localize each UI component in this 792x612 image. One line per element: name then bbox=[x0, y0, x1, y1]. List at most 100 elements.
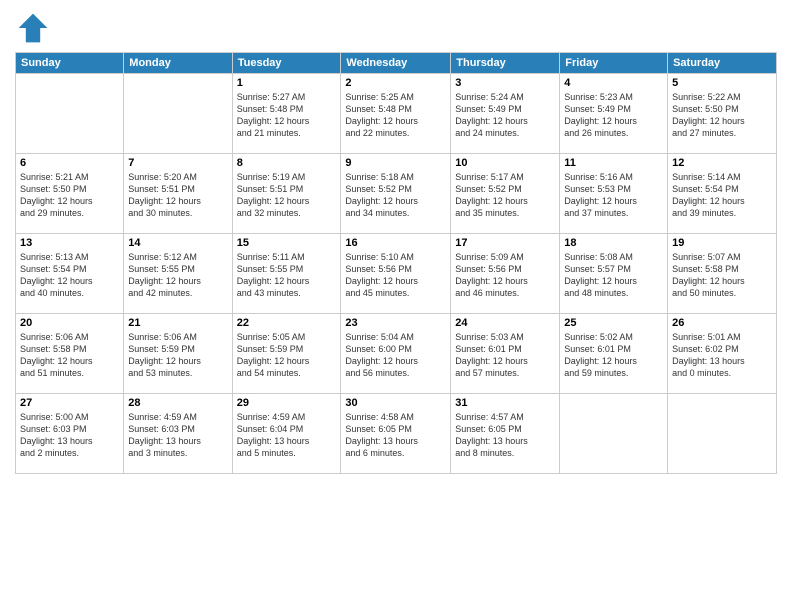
day-cell: 12 Sunrise: 5:14 AM Sunset: 5:54 PM Dayli… bbox=[668, 154, 777, 234]
day-cell: 8 Sunrise: 5:19 AM Sunset: 5:51 PM Daylig… bbox=[232, 154, 341, 234]
day-info: Sunrise: 4:59 AM Sunset: 6:04 PM Dayligh… bbox=[237, 411, 337, 460]
day-cell: 9 Sunrise: 5:18 AM Sunset: 5:52 PM Daylig… bbox=[341, 154, 451, 234]
day-cell bbox=[668, 394, 777, 474]
day-number: 29 bbox=[237, 397, 337, 409]
day-info: Sunrise: 5:24 AM Sunset: 5:49 PM Dayligh… bbox=[455, 91, 555, 140]
day-cell: 31 Sunrise: 4:57 AM Sunset: 6:05 PM Dayli… bbox=[451, 394, 560, 474]
day-info: Sunrise: 5:12 AM Sunset: 5:55 PM Dayligh… bbox=[128, 251, 227, 300]
day-cell: 30 Sunrise: 4:58 AM Sunset: 6:05 PM Dayli… bbox=[341, 394, 451, 474]
day-cell bbox=[560, 394, 668, 474]
weekday-header-row: SundayMondayTuesdayWednesdayThursdayFrid… bbox=[16, 53, 777, 74]
day-cell: 5 Sunrise: 5:22 AM Sunset: 5:50 PM Daylig… bbox=[668, 74, 777, 154]
day-info: Sunrise: 5:07 AM Sunset: 5:58 PM Dayligh… bbox=[672, 251, 772, 300]
day-number: 28 bbox=[128, 397, 227, 409]
day-info: Sunrise: 5:18 AM Sunset: 5:52 PM Dayligh… bbox=[345, 171, 446, 220]
day-number: 8 bbox=[237, 157, 337, 169]
calendar: SundayMondayTuesdayWednesdayThursdayFrid… bbox=[15, 52, 777, 474]
day-number: 9 bbox=[345, 157, 446, 169]
day-cell: 10 Sunrise: 5:17 AM Sunset: 5:52 PM Dayli… bbox=[451, 154, 560, 234]
day-info: Sunrise: 5:13 AM Sunset: 5:54 PM Dayligh… bbox=[20, 251, 119, 300]
day-cell: 16 Sunrise: 5:10 AM Sunset: 5:56 PM Dayli… bbox=[341, 234, 451, 314]
day-cell: 13 Sunrise: 5:13 AM Sunset: 5:54 PM Dayli… bbox=[16, 234, 124, 314]
day-number: 26 bbox=[672, 317, 772, 329]
day-cell: 3 Sunrise: 5:24 AM Sunset: 5:49 PM Daylig… bbox=[451, 74, 560, 154]
day-number: 30 bbox=[345, 397, 446, 409]
day-info: Sunrise: 5:00 AM Sunset: 6:03 PM Dayligh… bbox=[20, 411, 119, 460]
day-number: 19 bbox=[672, 237, 772, 249]
page: SundayMondayTuesdayWednesdayThursdayFrid… bbox=[0, 0, 792, 612]
day-cell bbox=[16, 74, 124, 154]
day-number: 22 bbox=[237, 317, 337, 329]
weekday-header-wednesday: Wednesday bbox=[341, 53, 451, 74]
day-number: 3 bbox=[455, 77, 555, 89]
weekday-header-saturday: Saturday bbox=[668, 53, 777, 74]
day-number: 2 bbox=[345, 77, 446, 89]
day-number: 1 bbox=[237, 77, 337, 89]
day-info: Sunrise: 5:06 AM Sunset: 5:59 PM Dayligh… bbox=[128, 331, 227, 380]
day-cell: 29 Sunrise: 4:59 AM Sunset: 6:04 PM Dayli… bbox=[232, 394, 341, 474]
day-info: Sunrise: 5:20 AM Sunset: 5:51 PM Dayligh… bbox=[128, 171, 227, 220]
day-cell: 22 Sunrise: 5:05 AM Sunset: 5:59 PM Dayli… bbox=[232, 314, 341, 394]
day-number: 7 bbox=[128, 157, 227, 169]
day-info: Sunrise: 4:57 AM Sunset: 6:05 PM Dayligh… bbox=[455, 411, 555, 460]
day-cell: 19 Sunrise: 5:07 AM Sunset: 5:58 PM Dayli… bbox=[668, 234, 777, 314]
day-cell: 15 Sunrise: 5:11 AM Sunset: 5:55 PM Dayli… bbox=[232, 234, 341, 314]
day-number: 27 bbox=[20, 397, 119, 409]
day-number: 5 bbox=[672, 77, 772, 89]
day-number: 23 bbox=[345, 317, 446, 329]
day-cell: 25 Sunrise: 5:02 AM Sunset: 6:01 PM Dayli… bbox=[560, 314, 668, 394]
day-cell bbox=[124, 74, 232, 154]
day-info: Sunrise: 5:05 AM Sunset: 5:59 PM Dayligh… bbox=[237, 331, 337, 380]
day-number: 21 bbox=[128, 317, 227, 329]
week-row-5: 27 Sunrise: 5:00 AM Sunset: 6:03 PM Dayli… bbox=[16, 394, 777, 474]
day-info: Sunrise: 5:16 AM Sunset: 5:53 PM Dayligh… bbox=[564, 171, 663, 220]
day-cell: 23 Sunrise: 5:04 AM Sunset: 6:00 PM Dayli… bbox=[341, 314, 451, 394]
day-number: 20 bbox=[20, 317, 119, 329]
day-number: 4 bbox=[564, 77, 663, 89]
day-cell: 27 Sunrise: 5:00 AM Sunset: 6:03 PM Dayli… bbox=[16, 394, 124, 474]
day-cell: 7 Sunrise: 5:20 AM Sunset: 5:51 PM Daylig… bbox=[124, 154, 232, 234]
day-number: 31 bbox=[455, 397, 555, 409]
day-cell: 2 Sunrise: 5:25 AM Sunset: 5:48 PM Daylig… bbox=[341, 74, 451, 154]
day-info: Sunrise: 4:59 AM Sunset: 6:03 PM Dayligh… bbox=[128, 411, 227, 460]
day-info: Sunrise: 5:04 AM Sunset: 6:00 PM Dayligh… bbox=[345, 331, 446, 380]
day-number: 25 bbox=[564, 317, 663, 329]
day-number: 24 bbox=[455, 317, 555, 329]
day-info: Sunrise: 5:22 AM Sunset: 5:50 PM Dayligh… bbox=[672, 91, 772, 140]
day-info: Sunrise: 5:17 AM Sunset: 5:52 PM Dayligh… bbox=[455, 171, 555, 220]
day-info: Sunrise: 5:14 AM Sunset: 5:54 PM Dayligh… bbox=[672, 171, 772, 220]
day-info: Sunrise: 5:21 AM Sunset: 5:50 PM Dayligh… bbox=[20, 171, 119, 220]
day-number: 18 bbox=[564, 237, 663, 249]
day-info: Sunrise: 5:10 AM Sunset: 5:56 PM Dayligh… bbox=[345, 251, 446, 300]
weekday-header-sunday: Sunday bbox=[16, 53, 124, 74]
logo-icon bbox=[15, 10, 51, 46]
weekday-header-friday: Friday bbox=[560, 53, 668, 74]
day-number: 13 bbox=[20, 237, 119, 249]
day-info: Sunrise: 5:01 AM Sunset: 6:02 PM Dayligh… bbox=[672, 331, 772, 380]
day-number: 11 bbox=[564, 157, 663, 169]
day-info: Sunrise: 5:08 AM Sunset: 5:57 PM Dayligh… bbox=[564, 251, 663, 300]
day-number: 12 bbox=[672, 157, 772, 169]
logo bbox=[15, 10, 55, 46]
week-row-4: 20 Sunrise: 5:06 AM Sunset: 5:58 PM Dayli… bbox=[16, 314, 777, 394]
day-number: 10 bbox=[455, 157, 555, 169]
day-cell: 14Sunrise: 5:12 AM Sunset: 5:55 PM Dayli… bbox=[124, 234, 232, 314]
day-cell: 1Sunrise: 5:27 AM Sunset: 5:48 PM Daylig… bbox=[232, 74, 341, 154]
day-cell: 20 Sunrise: 5:06 AM Sunset: 5:58 PM Dayli… bbox=[16, 314, 124, 394]
week-row-3: 13 Sunrise: 5:13 AM Sunset: 5:54 PM Dayli… bbox=[16, 234, 777, 314]
day-info: Sunrise: 5:25 AM Sunset: 5:48 PM Dayligh… bbox=[345, 91, 446, 140]
day-number: 16 bbox=[345, 237, 446, 249]
day-info: Sunrise: 5:19 AM Sunset: 5:51 PM Dayligh… bbox=[237, 171, 337, 220]
day-number: 6 bbox=[20, 157, 119, 169]
day-info: Sunrise: 5:11 AM Sunset: 5:55 PM Dayligh… bbox=[237, 251, 337, 300]
day-info: Sunrise: 5:02 AM Sunset: 6:01 PM Dayligh… bbox=[564, 331, 663, 380]
day-number: 15 bbox=[237, 237, 337, 249]
day-cell: 18 Sunrise: 5:08 AM Sunset: 5:57 PM Dayli… bbox=[560, 234, 668, 314]
day-cell: 4Sunrise: 5:23 AM Sunset: 5:49 PM Daylig… bbox=[560, 74, 668, 154]
week-row-2: 6 Sunrise: 5:21 AM Sunset: 5:50 PM Daylig… bbox=[16, 154, 777, 234]
day-info: Sunrise: 4:58 AM Sunset: 6:05 PM Dayligh… bbox=[345, 411, 446, 460]
weekday-header-tuesday: Tuesday bbox=[232, 53, 341, 74]
day-cell: 11 Sunrise: 5:16 AM Sunset: 5:53 PM Dayli… bbox=[560, 154, 668, 234]
day-number: 17 bbox=[455, 237, 555, 249]
day-info: Sunrise: 5:06 AM Sunset: 5:58 PM Dayligh… bbox=[20, 331, 119, 380]
